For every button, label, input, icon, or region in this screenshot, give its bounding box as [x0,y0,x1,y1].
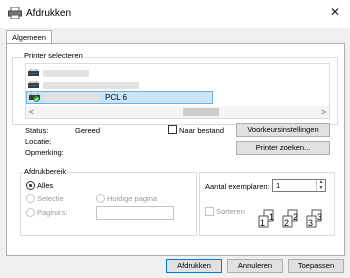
comment-label: Opmerking: [25,148,64,157]
find-printer-button[interactable]: Printer zoeken... [236,141,330,155]
stepper-arrows[interactable]: ▲ ▼ [316,180,325,191]
range-pages-radio[interactable] [26,208,35,217]
range-all-radio[interactable] [26,181,35,190]
copies-label: Aantal exemplaren: [205,182,270,191]
printer-name-redacted [43,82,139,89]
printer-list[interactable]: PCL 6 < > [25,63,330,119]
range-pages-label: Pagina's: [37,208,68,217]
page-range-label: Afdrukbereik [23,167,68,176]
window-title: Afdrukken [26,8,72,19]
collate-number: 2 [293,212,298,222]
scroll-right-icon[interactable]: > [321,106,326,118]
range-current-page-radio[interactable] [96,194,105,203]
printer-list-item[interactable] [26,80,211,91]
selected-printer-name: PCL 6 [105,93,127,102]
collate-number: 3 [317,212,322,222]
pages-input[interactable] [96,206,174,220]
print-to-file-label: Naar bestand [179,126,225,135]
close-icon[interactable]: ✕ [330,5,340,19]
print-to-file-checkbox[interactable] [168,125,177,134]
preferences-button[interactable]: Voorkeursinstellingen [236,123,330,137]
range-all-label: Alles [37,181,54,190]
range-selection-radio[interactable] [26,194,35,203]
scroll-thumb[interactable] [183,108,219,116]
title-bar: Afdrukken ✕ [0,0,350,28]
range-current-page-label: Huidige pagina [107,194,158,203]
collate-number: 1 [260,218,265,228]
printer-name-redacted [43,70,89,77]
collate-number: 3 [308,218,313,228]
tab-general[interactable]: Algemeen [6,30,52,44]
cancel-button[interactable]: Annuleren [227,259,283,273]
default-printer-icon [29,93,40,102]
collate-pages-icon: 1 1 2 2 3 3 [258,209,322,228]
printer-list-item[interactable] [26,68,211,79]
printer-icon [28,69,39,76]
copies-stepper[interactable]: 1 ▲ ▼ [272,179,326,192]
horizontal-scrollbar[interactable]: < > [26,106,329,118]
collate-number: 1 [269,212,274,222]
collate-label: Sorteren [216,207,245,216]
collate-number: 2 [284,218,289,228]
stepper-down-icon[interactable]: ▼ [317,186,325,191]
apply-button[interactable]: Toepassen [288,259,344,273]
printer-icon [28,81,39,88]
printer-list-item-selected[interactable]: PCL 6 [26,91,213,104]
status-label: Status: [25,126,49,135]
copies-value: 1 [276,181,281,190]
location-label: Locatie: [25,137,52,146]
printer-select-label: Printer selecteren [23,51,84,60]
range-selection-label: Selectie [37,194,64,203]
status-value: Gereed [75,126,101,135]
collate-checkbox[interactable] [205,207,214,216]
print-dialog: Afdrukken ✕ Algemeen Printer selecteren [0,0,350,278]
scroll-left-icon[interactable]: < [29,106,34,118]
printer-icon [8,7,22,19]
printer-name-redacted [44,94,100,101]
print-button[interactable]: Afdrukken [166,259,222,273]
